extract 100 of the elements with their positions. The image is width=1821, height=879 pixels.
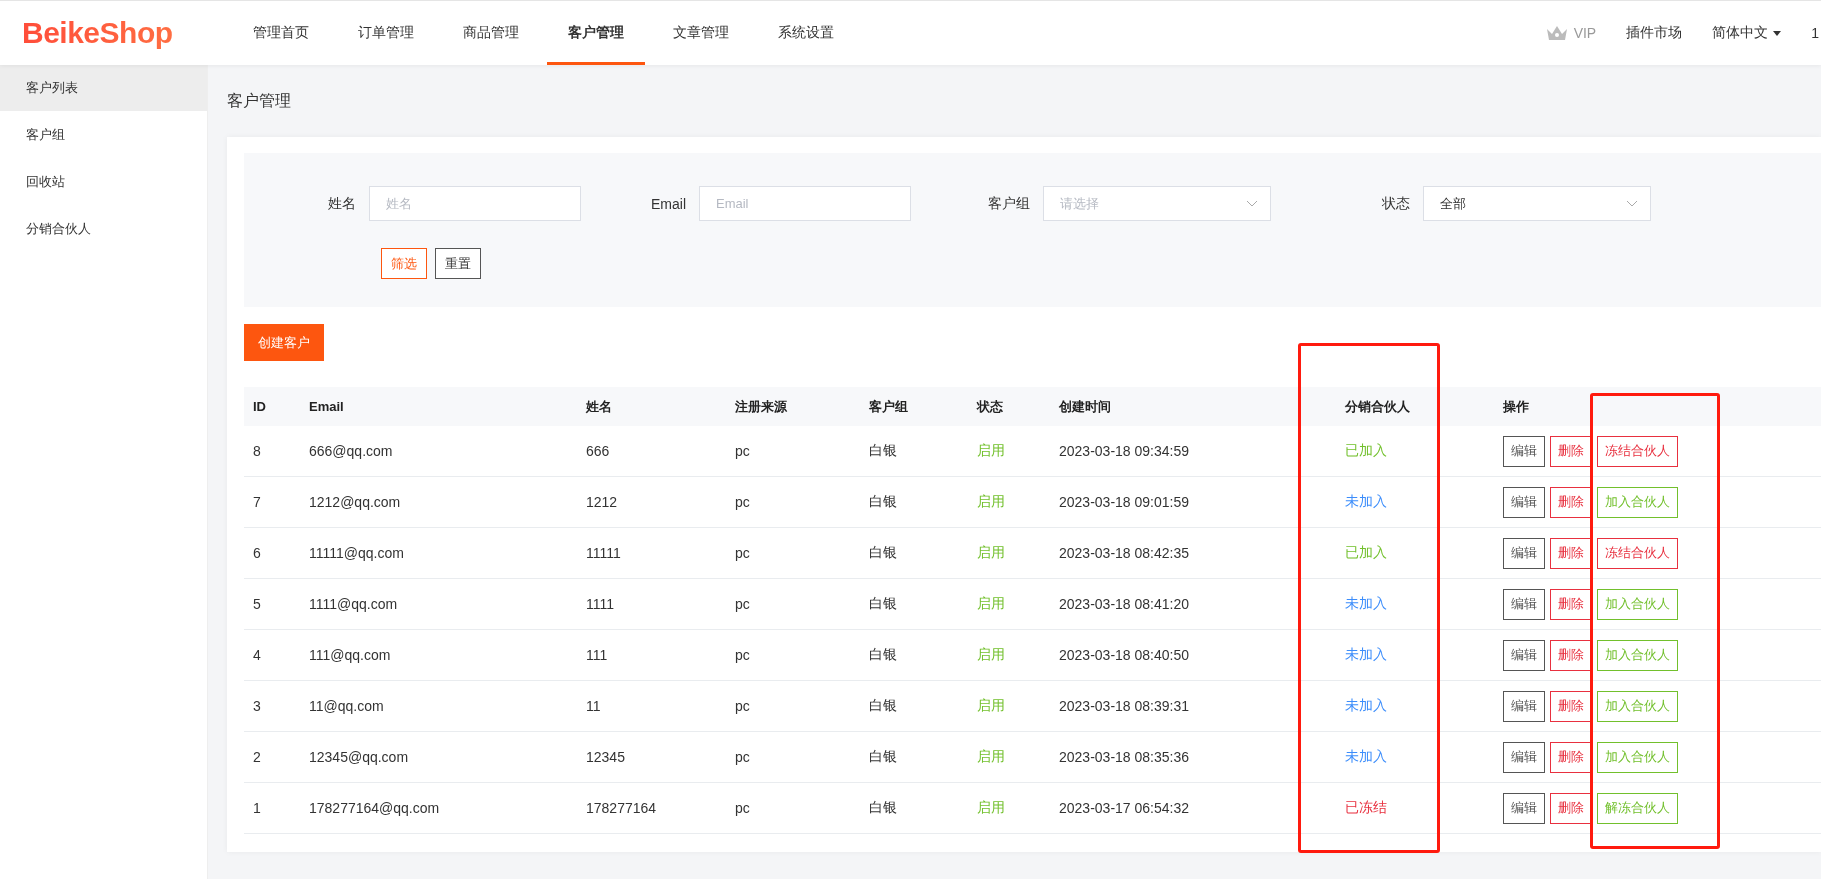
- name-cell: 666: [577, 426, 726, 477]
- caret-icon: [1773, 30, 1782, 36]
- source-cell: pc: [726, 732, 860, 783]
- column-header: 操作: [1494, 387, 1821, 426]
- email-cell: 11111@qq.com: [300, 528, 577, 579]
- group-cell: 白银: [860, 477, 968, 528]
- source-cell: pc: [726, 681, 860, 732]
- chevron-down-icon: [1246, 200, 1258, 207]
- sidebar-item[interactable]: 回收站: [0, 159, 207, 205]
- delete-button[interactable]: 删除: [1550, 792, 1592, 824]
- column-header: 注册来源: [726, 387, 860, 426]
- delete-button[interactable]: 删除: [1550, 537, 1592, 569]
- filter-label: Email: [651, 195, 686, 212]
- status-cell: 启用: [968, 579, 1050, 630]
- name-cell: 178277164: [577, 783, 726, 834]
- delete-button[interactable]: 删除: [1550, 486, 1592, 518]
- group-cell: 白银: [860, 732, 968, 783]
- source-cell: pc: [726, 579, 860, 630]
- email-cell: 11@qq.com: [300, 681, 577, 732]
- partner-status-cell: 未加入: [1336, 732, 1494, 783]
- group-cell: 白银: [860, 681, 968, 732]
- edit-button[interactable]: 编辑: [1503, 741, 1545, 773]
- id-cell: 2: [244, 732, 300, 783]
- status-cell: 启用: [968, 477, 1050, 528]
- delete-button[interactable]: 删除: [1550, 690, 1592, 722]
- status-cell: 启用: [968, 528, 1050, 579]
- id-cell: 7: [244, 477, 300, 528]
- plugin-market-link[interactable]: 插件市场: [1626, 24, 1683, 42]
- chevron-down-icon: [1626, 200, 1638, 207]
- source-cell: pc: [726, 528, 860, 579]
- date-cell: 2023-03-18 09:01:59: [1050, 477, 1336, 528]
- partner-status-cell: 未加入: [1336, 681, 1494, 732]
- id-cell: 6: [244, 528, 300, 579]
- nav-tab[interactable]: 商品管理: [442, 1, 540, 65]
- column-header: ID: [244, 387, 300, 426]
- reset-button[interactable]: 重置: [435, 248, 481, 279]
- edit-button[interactable]: 编辑: [1503, 792, 1545, 824]
- id-cell: 8: [244, 426, 300, 477]
- group-cell: 白银: [860, 630, 968, 681]
- date-cell: 2023-03-18 08:35:36: [1050, 732, 1336, 783]
- name-cell: 1212: [577, 477, 726, 528]
- nav-tab[interactable]: 系统设置: [757, 1, 855, 65]
- email-cell: 666@qq.com: [300, 426, 577, 477]
- page-title: 客户管理: [227, 90, 292, 111]
- sidebar-item[interactable]: 客户列表: [0, 65, 207, 111]
- crown-icon: [1545, 25, 1568, 41]
- edit-button[interactable]: 编辑: [1503, 588, 1545, 620]
- email-cell: 1111@qq.com: [300, 579, 577, 630]
- filter-label: 客户组: [988, 194, 1030, 213]
- nav-tab[interactable]: 客户管理: [547, 1, 645, 65]
- user-menu[interactable]: 1: [1811, 25, 1819, 41]
- edit-button[interactable]: 编辑: [1503, 435, 1545, 467]
- name-cell: 11: [577, 681, 726, 732]
- date-cell: 2023-03-18 08:40:50: [1050, 630, 1336, 681]
- filter-input[interactable]: 姓名: [369, 186, 581, 221]
- id-cell: 5: [244, 579, 300, 630]
- email-cell: 12345@qq.com: [300, 732, 577, 783]
- email-cell: 1212@qq.com: [300, 477, 577, 528]
- status-cell: 启用: [968, 681, 1050, 732]
- edit-button[interactable]: 编辑: [1503, 690, 1545, 722]
- id-cell: 1: [244, 783, 300, 834]
- status-cell: 启用: [968, 783, 1050, 834]
- date-cell: 2023-03-18 08:39:31: [1050, 681, 1336, 732]
- source-cell: pc: [726, 426, 860, 477]
- delete-button[interactable]: 删除: [1550, 588, 1592, 620]
- date-cell: 2023-03-18 09:34:59: [1050, 426, 1336, 477]
- column-header: 分销合伙人: [1336, 387, 1494, 426]
- email-cell: 178277164@qq.com: [300, 783, 577, 834]
- sidebar-item[interactable]: 分销合伙人: [0, 206, 207, 252]
- partner-action-button[interactable]: 冻结合伙人: [1597, 537, 1678, 569]
- delete-button[interactable]: 删除: [1550, 639, 1592, 671]
- id-cell: 4: [244, 630, 300, 681]
- source-cell: pc: [726, 630, 860, 681]
- edit-button[interactable]: 编辑: [1503, 537, 1545, 569]
- partner-status-cell: 已加入: [1336, 528, 1494, 579]
- date-cell: 2023-03-18 08:42:35: [1050, 528, 1336, 579]
- edit-button[interactable]: 编辑: [1503, 486, 1545, 518]
- language-menu[interactable]: 简体中文: [1712, 24, 1782, 42]
- name-cell: 12345: [577, 732, 726, 783]
- status-cell: 启用: [968, 732, 1050, 783]
- filter-label: 姓名: [328, 194, 356, 213]
- column-header: 创建时间: [1050, 387, 1336, 426]
- delete-button[interactable]: 删除: [1550, 435, 1592, 467]
- nav-tab[interactable]: 订单管理: [337, 1, 435, 65]
- column-header: 客户组: [860, 387, 968, 426]
- source-cell: pc: [726, 477, 860, 528]
- email-cell: 111@qq.com: [300, 630, 577, 681]
- group-cell: 白银: [860, 528, 968, 579]
- column-header: 状态: [968, 387, 1050, 426]
- filter-input[interactable]: Email: [699, 186, 911, 221]
- group-cell: 白银: [860, 579, 968, 630]
- delete-button[interactable]: 删除: [1550, 741, 1592, 773]
- nav-tab[interactable]: 管理首页: [232, 1, 330, 65]
- edit-button[interactable]: 编辑: [1503, 639, 1545, 671]
- nav-tab[interactable]: 文章管理: [652, 1, 750, 65]
- partner-action-button[interactable]: 冻结合伙人: [1597, 435, 1678, 467]
- date-cell: 2023-03-18 08:41:20: [1050, 579, 1336, 630]
- partner-status-cell: 未加入: [1336, 579, 1494, 630]
- sidebar-item[interactable]: 客户组: [0, 112, 207, 158]
- filter-select[interactable]: 全部: [1423, 186, 1651, 221]
